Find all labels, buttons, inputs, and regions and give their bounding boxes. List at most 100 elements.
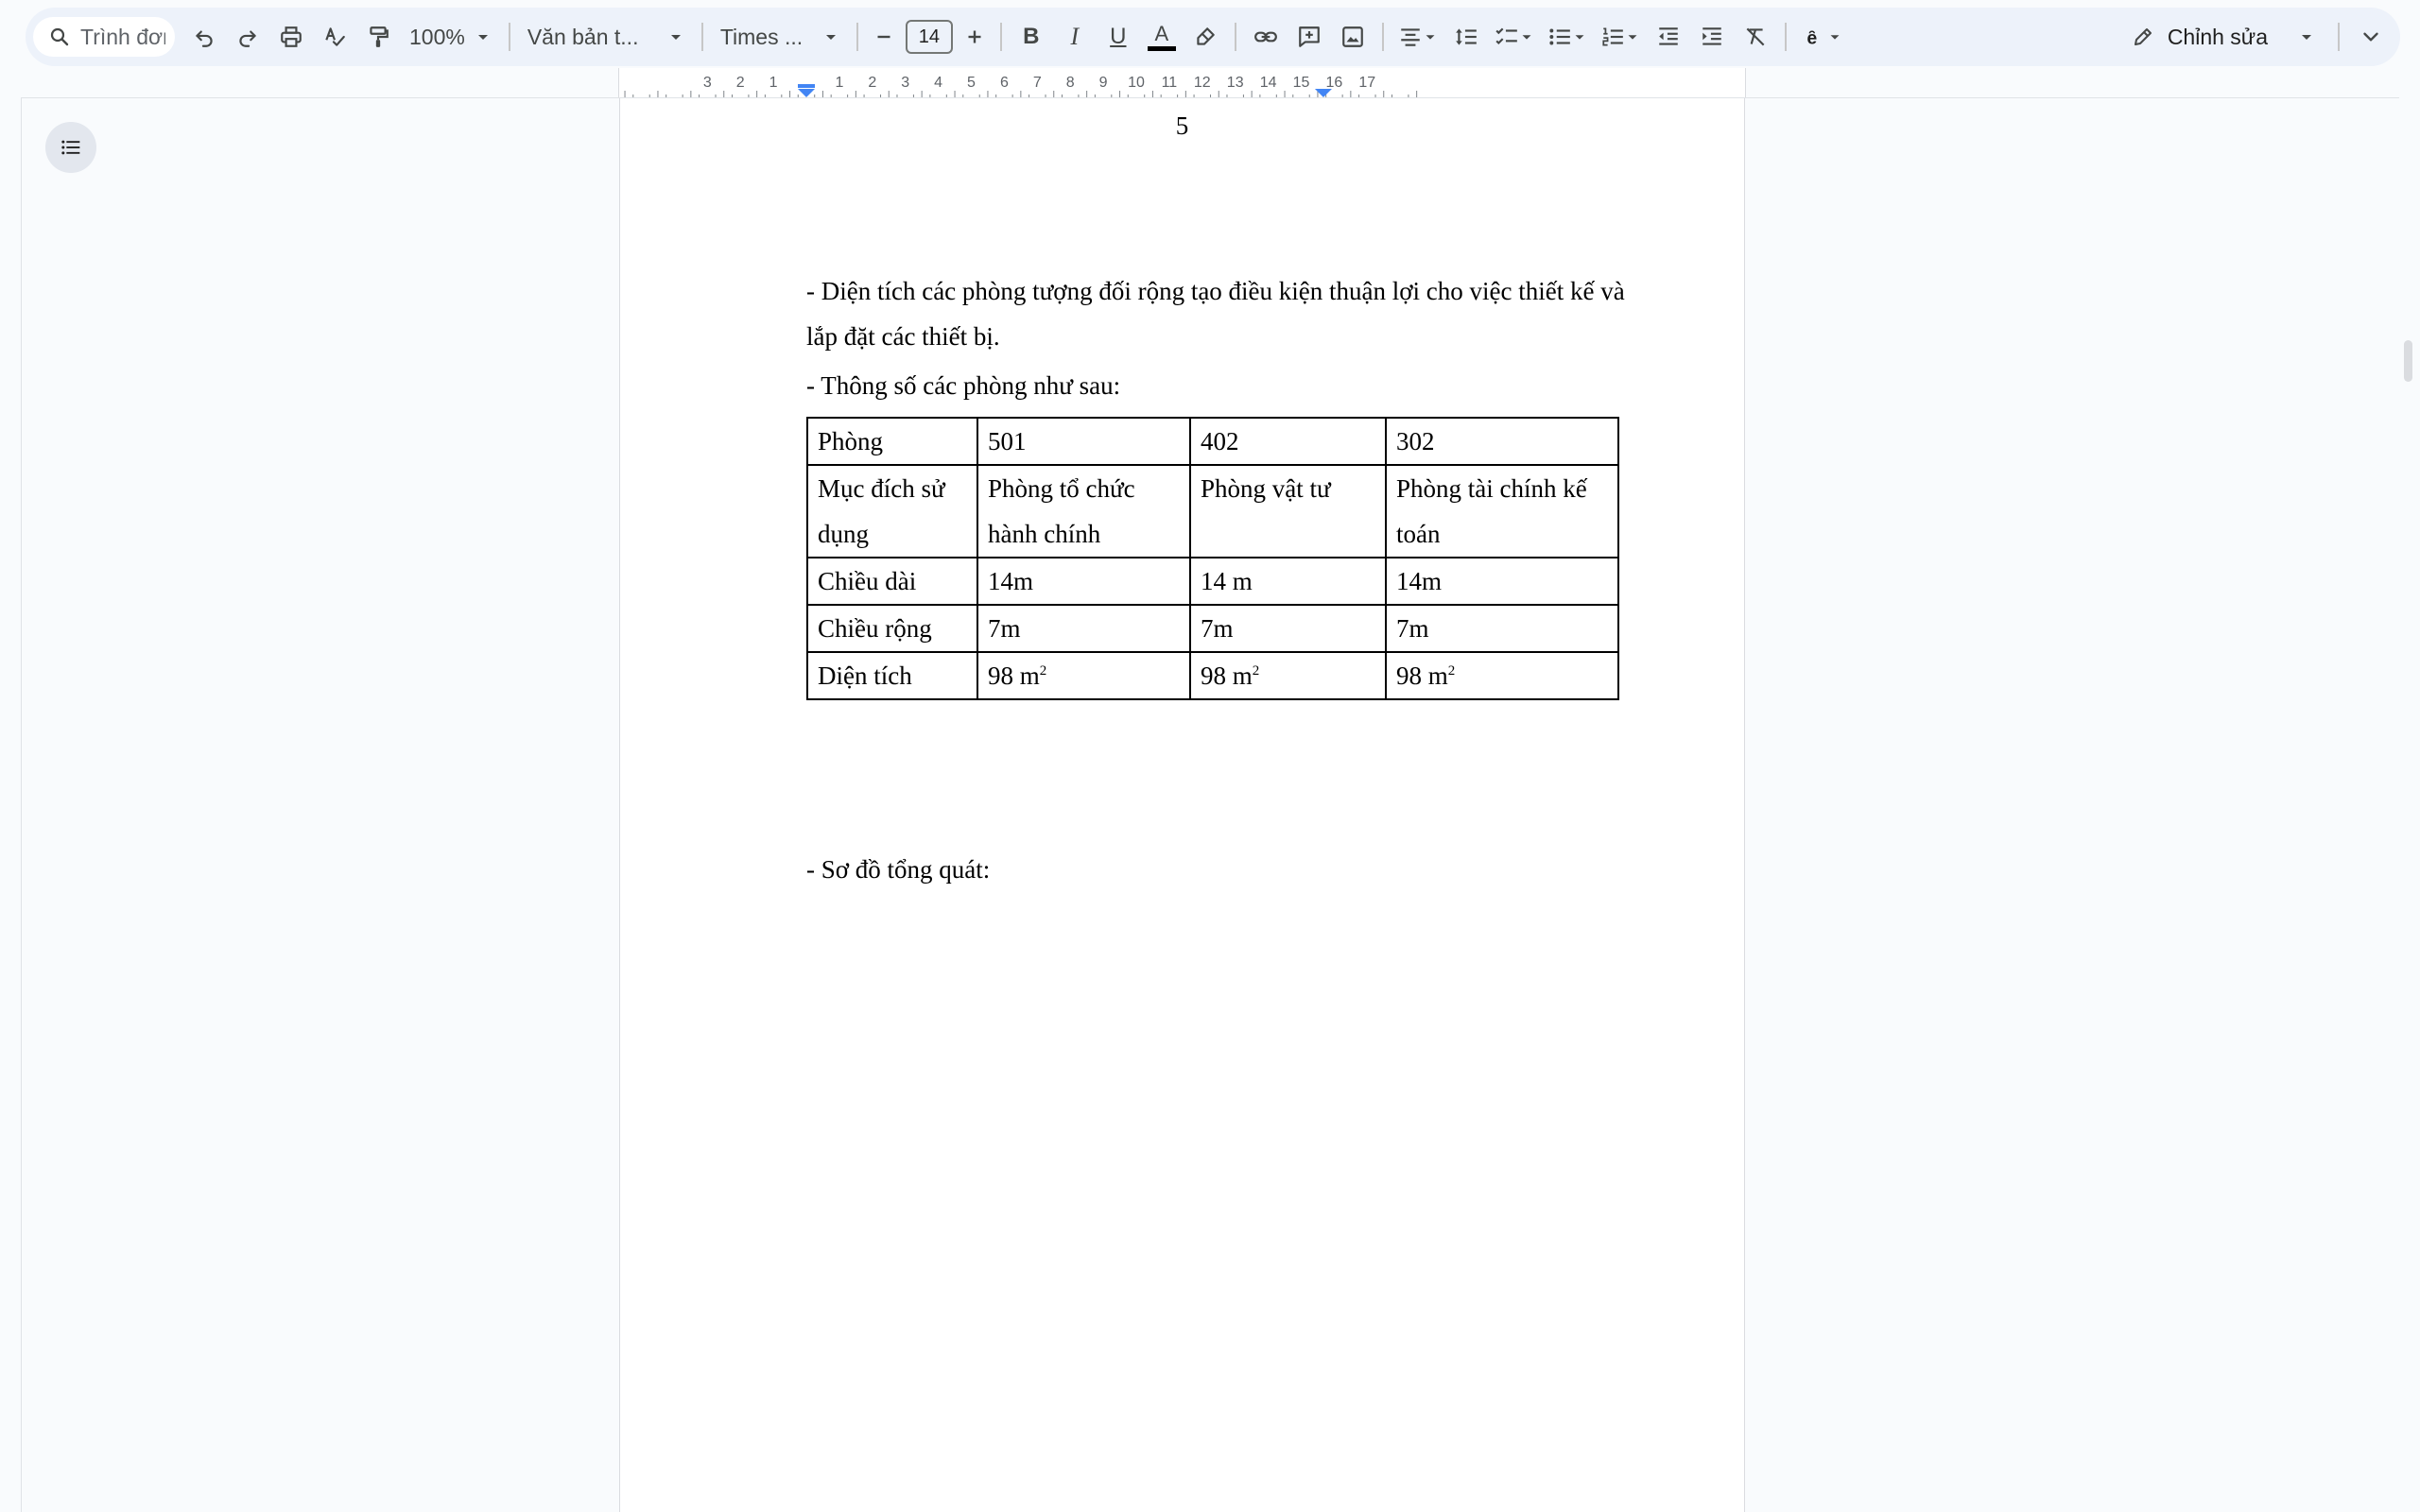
table-cell-text: Mục đích sử dụng	[818, 474, 945, 548]
table-cell[interactable]: Mục đích sử dụng	[806, 464, 978, 558]
ruler-label: 3	[703, 75, 712, 91]
toolbar-divider	[1234, 23, 1236, 51]
table-cell[interactable]: Diện tích	[806, 651, 978, 700]
insert-link-button[interactable]	[1244, 15, 1288, 59]
line-spacing-icon	[1455, 28, 1477, 45]
bold-icon: B	[1023, 24, 1040, 49]
add-comment-icon	[1298, 26, 1320, 47]
table-row: Chiều dài 14m 14 m 14m	[806, 557, 1619, 606]
paragraph-general-diagram[interactable]: - Sơ đồ tổng quát:	[806, 847, 1629, 892]
table-cell[interactable]: 98 m2	[977, 651, 1191, 700]
page-number: 5	[1175, 112, 1189, 140]
align-button[interactable]	[1392, 15, 1444, 59]
italic-button[interactable]: I	[1053, 15, 1097, 59]
table-row: Chiều rộng 7m 7m 7m	[806, 604, 1619, 653]
zoom-select[interactable]: 100%	[400, 15, 501, 59]
decrease-font-size-button[interactable]	[866, 15, 902, 59]
ruler-label: 3	[901, 75, 909, 91]
table-cell[interactable]: Phòng tổ chức hành chính	[977, 464, 1191, 558]
clear-formatting-button[interactable]	[1734, 15, 1777, 59]
hide-menus-button[interactable]	[2349, 15, 2393, 59]
table-cell[interactable]: Phòng vật tư	[1189, 464, 1387, 558]
table-cell[interactable]: 98 m2	[1385, 651, 1619, 700]
table-cell[interactable]: 402	[1189, 417, 1387, 466]
svg-text:ȇ: ȇ	[1806, 28, 1817, 49]
decrease-indent-button[interactable]	[1647, 15, 1690, 59]
table-cell[interactable]: 14m	[977, 557, 1191, 606]
font-size-input[interactable]: 14	[905, 20, 953, 54]
table-cell[interactable]: 302	[1385, 417, 1619, 466]
ruler-label: 1	[835, 75, 843, 91]
increase-indent-button[interactable]	[1690, 15, 1734, 59]
menu-search[interactable]: Trình đơn	[33, 17, 175, 57]
left-indent-marker[interactable]	[798, 89, 815, 97]
table-cell-text: Phòng vật tư	[1201, 474, 1331, 503]
table-cell[interactable]: 14 m	[1189, 557, 1387, 606]
paragraph-style-value: Văn bản t...	[527, 24, 639, 49]
print-button[interactable]	[269, 15, 313, 59]
paragraph-room-area[interactable]: - Diện tích các phòng tượng đối rộng tạo…	[806, 268, 1629, 359]
horizontal-ruler[interactable]: 3 2 1 1 2 3 4 5 6 7 8 9 10 11 12 13 14 15 16 17	[618, 68, 1746, 98]
ruler-label: 6	[1000, 75, 1009, 91]
canvas-left-edge	[21, 98, 22, 1512]
insert-image-button[interactable]	[1331, 15, 1374, 59]
unit-superscript: 2	[1039, 663, 1047, 679]
vertical-scrollbar-thumb[interactable]	[2404, 340, 2412, 382]
table-cell[interactable]: 7m	[1189, 604, 1387, 653]
bulleted-list-button[interactable]	[1541, 15, 1594, 59]
ruler-label: 14	[1260, 75, 1277, 91]
ruler-label: 9	[1099, 75, 1108, 91]
text-color-button[interactable]: A	[1140, 15, 1184, 59]
undo-button[interactable]	[182, 15, 226, 59]
redo-button[interactable]	[226, 15, 269, 59]
editing-mode-select[interactable]: Chỉnh sửa	[2118, 15, 2328, 59]
document-outline-button[interactable]	[45, 122, 96, 173]
paragraph-style-select[interactable]: Văn bản t...	[518, 15, 694, 59]
table-cell-text: 98 m	[988, 662, 1040, 690]
numbered-list-button[interactable]	[1594, 15, 1647, 59]
chevron-down-icon	[1628, 35, 1637, 40]
table-cell[interactable]: 7m	[977, 604, 1191, 653]
table-cell[interactable]: Chiều rộng	[806, 604, 978, 653]
table-cell[interactable]: Chiều dài	[806, 557, 978, 606]
input-tools-button[interactable]: ȇ	[1794, 15, 1851, 59]
table-cell[interactable]: 98 m2	[1189, 651, 1387, 700]
table-cell-text: Phòng tổ chức hành chính	[988, 474, 1135, 548]
line-spacing-button[interactable]	[1444, 15, 1488, 59]
add-comment-button[interactable]	[1288, 15, 1331, 59]
table-cell[interactable]: 501	[977, 417, 1191, 466]
bold-button[interactable]: B	[1010, 15, 1053, 59]
checklist-button[interactable]	[1488, 15, 1541, 59]
table-cell[interactable]: Phòng	[806, 417, 978, 466]
chevron-down-icon	[2302, 35, 2311, 40]
ruler-label: 8	[1066, 75, 1075, 91]
ruler-label: 16	[1326, 75, 1343, 91]
clear-formatting-icon	[1746, 27, 1765, 46]
chevron-down-icon	[1830, 35, 1840, 40]
increase-font-size-button[interactable]	[957, 15, 993, 59]
first-line-indent-marker[interactable]	[798, 84, 815, 88]
font-select[interactable]: Times ...	[711, 15, 849, 59]
ruler-scale: 3 2 1 1 2 3 4 5 6 7 8 9 10 11 12 13 14 15 16 17	[624, 75, 1418, 98]
underline-button[interactable]: U	[1097, 15, 1140, 59]
room-specs-table[interactable]: Phòng 501 402 302 Mục đích sử dụng Phòng tổ c…	[806, 417, 1619, 700]
highlight-color-button[interactable]	[1184, 15, 1227, 59]
paragraph-room-specs[interactable]: - Thông số các phòng như sau:	[806, 363, 1629, 408]
highlighter-icon	[1197, 27, 1215, 45]
toolbar-divider	[999, 23, 1002, 51]
search-input[interactable]: Trình đơn	[80, 25, 165, 50]
ruler-label: 11	[1162, 75, 1178, 91]
spellcheck-button[interactable]	[313, 15, 356, 59]
table-cell[interactable]: 14m	[1385, 557, 1619, 606]
table-cell[interactable]: Phòng tài chính kế toán	[1385, 464, 1619, 558]
paint-format-button[interactable]	[356, 15, 400, 59]
undo-icon	[196, 30, 213, 47]
chevron-down-icon	[1575, 35, 1584, 40]
text-color-swatch	[1147, 45, 1176, 51]
document-page[interactable]: 5 - Diện tích các phòng tượng đối rộng t…	[619, 98, 1745, 1512]
spellcheck-icon	[325, 27, 345, 46]
chevron-down-icon	[2363, 32, 2378, 42]
table-cell[interactable]: 7m	[1385, 604, 1619, 653]
ruler-label: 2	[736, 75, 745, 91]
print-icon	[281, 26, 302, 47]
